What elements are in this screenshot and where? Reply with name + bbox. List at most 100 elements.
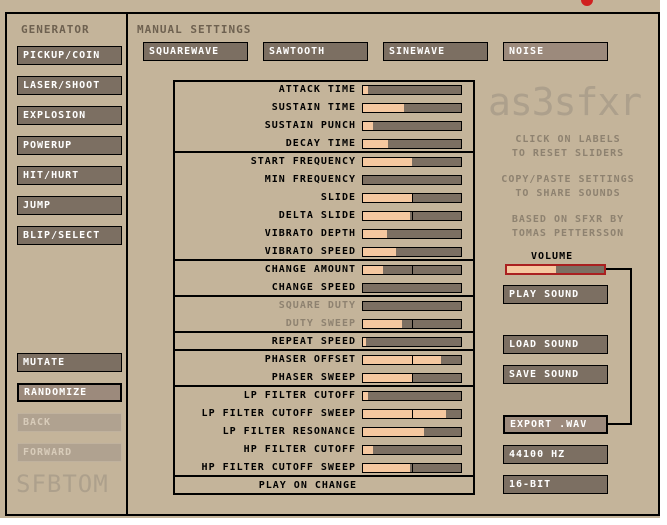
slider-label[interactable]: MIN FREQUENCY bbox=[265, 174, 356, 185]
info-line: BASED ON SFXR BY bbox=[511, 214, 625, 225]
volume-slider[interactable] bbox=[505, 264, 606, 275]
randomize-button[interactable]: RANDOMIZE bbox=[17, 383, 122, 402]
slider-track[interactable] bbox=[362, 463, 462, 473]
slider-row: CHANGE AMOUNT bbox=[174, 261, 474, 279]
slider-row: LP FILTER RESONANCE bbox=[174, 423, 474, 441]
jump-button[interactable]: JUMP bbox=[17, 196, 122, 215]
sinewave-button[interactable]: SINEWAVE bbox=[383, 42, 488, 61]
slider-center-mark bbox=[412, 212, 413, 220]
slider-track[interactable] bbox=[362, 409, 462, 419]
export-connector bbox=[630, 268, 632, 425]
noise-button[interactable]: NOISE bbox=[503, 42, 608, 61]
slider-track[interactable] bbox=[362, 373, 462, 383]
group-divider bbox=[174, 259, 474, 261]
slider-label[interactable]: PHASER OFFSET bbox=[265, 354, 356, 365]
slider-row: ATTACK TIME bbox=[174, 81, 474, 99]
sample-rate-button[interactable]: 44100 HZ bbox=[503, 445, 608, 464]
slider-label[interactable]: VIBRATO DEPTH bbox=[265, 228, 356, 239]
slider-fill bbox=[363, 104, 405, 112]
slider-track[interactable] bbox=[362, 445, 462, 455]
generator-title: GENERATOR bbox=[21, 23, 90, 36]
slider-track[interactable] bbox=[362, 283, 462, 293]
slider-label[interactable]: SUSTAIN TIME bbox=[272, 102, 356, 113]
slider-track[interactable] bbox=[362, 391, 462, 401]
slider-fill bbox=[363, 86, 368, 94]
slider-fill bbox=[363, 356, 442, 364]
sawtooth-button[interactable]: SAWTOOTH bbox=[263, 42, 368, 61]
slider-track[interactable] bbox=[362, 247, 462, 257]
pickup-coin-button[interactable]: PICKUP/COIN bbox=[17, 46, 122, 65]
info-line: TO RESET SLIDERS bbox=[511, 148, 625, 159]
slider-track[interactable] bbox=[362, 103, 462, 113]
squarewave-button[interactable]: SQUAREWAVE bbox=[143, 42, 248, 61]
slider-fill bbox=[363, 446, 373, 454]
slider-fill bbox=[363, 374, 412, 382]
info-line: COPY/PASTE SETTINGS bbox=[501, 174, 635, 185]
slider-center-mark bbox=[412, 374, 413, 382]
slider-track[interactable] bbox=[362, 265, 462, 275]
explosion-button[interactable]: EXPLOSION bbox=[17, 106, 122, 125]
group-divider bbox=[174, 349, 474, 351]
slider-track[interactable] bbox=[362, 139, 462, 149]
slider-center-mark bbox=[412, 320, 413, 328]
forward-button[interactable]: FORWARD bbox=[17, 443, 122, 462]
slider-label[interactable]: LP FILTER RESONANCE bbox=[223, 426, 356, 437]
slider-track[interactable] bbox=[362, 301, 462, 311]
slider-label[interactable]: SLIDE bbox=[321, 192, 356, 203]
slider-label[interactable]: HP FILTER CUTOFF bbox=[244, 444, 356, 455]
slider-track[interactable] bbox=[362, 85, 462, 95]
slider-track[interactable] bbox=[362, 337, 462, 347]
powerup-button[interactable]: POWERUP bbox=[17, 136, 122, 155]
slider-center-mark bbox=[412, 356, 413, 364]
play-on-change-row[interactable]: PLAY ON CHANGE bbox=[174, 477, 545, 495]
slider-track[interactable] bbox=[362, 175, 462, 185]
mutate-button[interactable]: MUTATE bbox=[17, 353, 122, 372]
slider-fill bbox=[363, 140, 388, 148]
export-wav-button[interactable]: EXPORT .WAV bbox=[503, 415, 608, 434]
slider-label[interactable]: DUTY SWEEP bbox=[286, 318, 356, 329]
blip-select-button[interactable]: BLIP/SELECT bbox=[17, 226, 122, 245]
slider-row: MIN FREQUENCY bbox=[174, 171, 474, 189]
slider-fill bbox=[363, 122, 373, 130]
slider-label[interactable]: SUSTAIN PUNCH bbox=[265, 120, 356, 131]
slider-track[interactable] bbox=[362, 211, 462, 221]
slider-label[interactable]: LP FILTER CUTOFF bbox=[244, 390, 356, 401]
slider-label[interactable]: VIBRATO SPEED bbox=[265, 246, 356, 257]
slider-track[interactable] bbox=[362, 319, 462, 329]
slider-fill bbox=[363, 338, 366, 346]
slider-fill bbox=[363, 266, 383, 274]
slider-label[interactable]: ATTACK TIME bbox=[279, 84, 356, 95]
slider-label[interactable]: SQUARE DUTY bbox=[279, 300, 356, 311]
slider-label[interactable]: PHASER SWEEP bbox=[272, 372, 356, 383]
slider-label[interactable]: HP FILTER CUTOFF SWEEP bbox=[202, 462, 356, 473]
slider-label[interactable]: REPEAT SPEED bbox=[272, 336, 356, 347]
slider-track[interactable] bbox=[362, 157, 462, 167]
hit-hurt-button[interactable]: HIT/HURT bbox=[17, 166, 122, 185]
slider-track[interactable] bbox=[362, 355, 462, 365]
bit-depth-button[interactable]: 16-BIT bbox=[503, 475, 608, 494]
author-watermark: SFBTOM bbox=[16, 470, 109, 498]
slider-row: HP FILTER CUTOFF bbox=[174, 441, 474, 459]
slider-fill bbox=[363, 320, 403, 328]
slider-label[interactable]: CHANGE AMOUNT bbox=[265, 264, 356, 275]
slider-track[interactable] bbox=[362, 193, 462, 203]
slider-label[interactable]: START FREQUENCY bbox=[251, 156, 356, 167]
slider-track[interactable] bbox=[362, 427, 462, 437]
slider-center-mark bbox=[412, 464, 413, 472]
slider-track[interactable] bbox=[362, 229, 462, 239]
slider-label[interactable]: DELTA SLIDE bbox=[279, 210, 356, 221]
slider-label[interactable]: CHANGE SPEED bbox=[272, 282, 356, 293]
back-button[interactable]: BACK bbox=[17, 413, 122, 432]
save-sound-button[interactable]: SAVE SOUND bbox=[503, 365, 608, 384]
group-divider bbox=[174, 385, 474, 387]
slider-label[interactable]: LP FILTER CUTOFF SWEEP bbox=[202, 408, 356, 419]
volume-label: VOLUME bbox=[531, 251, 574, 262]
play-sound-button[interactable]: PLAY SOUND bbox=[503, 285, 608, 304]
play-on-change-label: PLAY ON CHANGE bbox=[258, 480, 357, 491]
group-divider bbox=[174, 331, 474, 333]
load-sound-button[interactable]: LOAD SOUND bbox=[503, 335, 608, 354]
slider-label[interactable]: DECAY TIME bbox=[286, 138, 356, 149]
slider-fill bbox=[363, 410, 447, 418]
laser-shoot-button[interactable]: LASER/SHOOT bbox=[17, 76, 122, 95]
slider-track[interactable] bbox=[362, 121, 462, 131]
